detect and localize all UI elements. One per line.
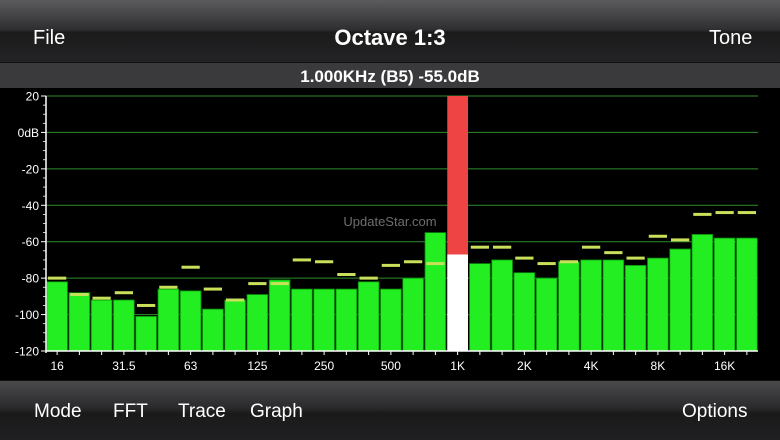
peak-marker [181, 265, 200, 269]
x-tick-label: 250 [314, 359, 334, 373]
peak-marker [604, 251, 623, 255]
bar[interactable] [113, 299, 135, 352]
peak-marker [381, 263, 400, 267]
bar[interactable] [179, 290, 202, 352]
y-tick-label: -120 [15, 345, 39, 359]
peak-marker [315, 260, 334, 264]
x-tick-label: 31.5 [112, 359, 136, 373]
fft-button[interactable]: FFT [113, 401, 148, 423]
bar[interactable] [68, 292, 91, 352]
peak-marker [582, 245, 601, 249]
bar[interactable] [713, 237, 736, 352]
peak-marker [693, 212, 712, 216]
peak-marker [203, 287, 222, 291]
trace-button[interactable]: Trace [178, 401, 226, 423]
peak-marker [671, 238, 690, 242]
bar[interactable] [246, 294, 269, 352]
peak-marker [559, 260, 578, 264]
bar[interactable] [580, 259, 602, 352]
peak-marker [515, 256, 534, 260]
top-toolbar: File Octave 1:3 Tone [0, 0, 780, 63]
peak-marker [648, 234, 667, 238]
bar[interactable] [135, 315, 157, 352]
bar[interactable] [558, 261, 580, 352]
peak-marker [270, 282, 289, 286]
peak-marker [493, 245, 512, 249]
bar[interactable] [469, 263, 491, 352]
peak-marker [359, 276, 378, 280]
selected-bar-overflow [447, 96, 468, 255]
peak-marker [426, 262, 445, 266]
peak-marker [248, 282, 267, 286]
bar[interactable] [535, 277, 558, 352]
watermark-text: UpdateStar.com [343, 214, 436, 229]
peak-marker [70, 293, 89, 297]
spectrum-chart-svg: 20 0dB -20 -40 -60 -80 -100 -120 16 31.5 63 125 250 5… [0, 88, 780, 380]
bar[interactable] [380, 288, 402, 352]
peak-marker [470, 245, 489, 249]
options-button[interactable]: Options [682, 401, 747, 423]
y-tick-label: -40 [22, 199, 40, 213]
y-tick-label: -80 [22, 272, 40, 286]
bar[interactable] [90, 299, 113, 352]
bar[interactable] [402, 277, 424, 352]
peak-marker [137, 303, 156, 307]
x-tick-label: 63 [184, 359, 198, 373]
bottom-toolbar: Mode FFT Trace Graph Options [0, 380, 780, 440]
bar[interactable] [313, 288, 335, 352]
page-title: Octave 1:3 [334, 25, 446, 50]
peak-marker [114, 291, 133, 295]
peak-marker [159, 285, 178, 289]
y-tick-label: -60 [22, 235, 40, 249]
bar[interactable] [224, 299, 246, 352]
bar[interactable] [291, 288, 313, 352]
bar[interactable] [202, 308, 224, 352]
peak-marker [48, 276, 67, 280]
bar[interactable] [46, 281, 68, 352]
peak-marker [626, 256, 645, 260]
x-tick-label: 8K [651, 359, 666, 373]
bar[interactable] [357, 281, 380, 352]
bar[interactable] [736, 237, 758, 352]
y-tick-label: -100 [15, 308, 39, 322]
y-tick-label: 0dB [18, 126, 39, 140]
bar[interactable] [602, 259, 625, 352]
bar[interactable] [691, 234, 714, 352]
bar[interactable] [157, 288, 180, 352]
x-tick-label: 16 [50, 359, 64, 373]
peak-marker [92, 296, 111, 300]
y-tick-label: 20 [26, 90, 40, 104]
frequency-readout: 1.000KHz (B5) -55.0dB [300, 67, 480, 86]
bar[interactable] [624, 264, 647, 352]
x-tick-label: 16K [714, 359, 735, 373]
peak-marker [292, 258, 311, 262]
x-tick-label: 125 [247, 359, 267, 373]
peak-marker [737, 211, 756, 215]
bar[interactable] [669, 248, 691, 352]
bar[interactable] [335, 288, 358, 352]
selected-bar[interactable] [447, 254, 468, 351]
x-tick-label: 500 [381, 359, 401, 373]
bar[interactable] [268, 279, 291, 352]
peak-marker [537, 262, 556, 266]
x-tick-label: 2K [517, 359, 532, 373]
x-tick-label: 1K [450, 359, 465, 373]
bar[interactable] [424, 232, 447, 352]
peak-marker [226, 298, 245, 302]
peak-marker [715, 211, 734, 215]
bar[interactable] [647, 257, 669, 352]
y-tick-label: -20 [22, 162, 40, 176]
mode-button[interactable]: Mode [34, 401, 82, 423]
bar[interactable] [513, 272, 536, 352]
peak-marker [337, 273, 356, 276]
spectrum-chart[interactable]: 20 0dB -20 -40 -60 -80 -100 -120 16 31.5 63 125 250 5… [0, 88, 780, 380]
peak-marker [404, 260, 423, 264]
tone-button[interactable]: Tone [709, 26, 752, 50]
graph-button[interactable]: Graph [250, 401, 303, 423]
bar[interactable] [491, 259, 513, 352]
x-tick-label: 4K [584, 359, 599, 373]
